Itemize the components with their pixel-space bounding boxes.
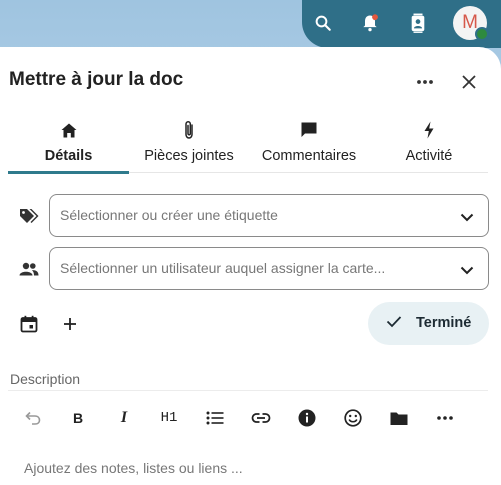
description-label: Description bbox=[10, 371, 81, 387]
top-app-bar: M bbox=[302, 0, 501, 48]
mark-done-button[interactable]: Terminé bbox=[368, 302, 489, 345]
more-horizontal-icon bbox=[437, 416, 453, 420]
emoji-icon bbox=[344, 409, 362, 427]
search-icon[interactable] bbox=[310, 10, 336, 36]
comment-icon bbox=[300, 119, 318, 141]
plus-icon bbox=[64, 318, 76, 330]
bold-button[interactable]: B bbox=[65, 405, 91, 431]
link-icon bbox=[251, 413, 271, 423]
list-icon bbox=[206, 411, 224, 425]
description-editor[interactable]: Ajoutez des notes, listes ou liens ... bbox=[24, 460, 243, 476]
undo-icon bbox=[25, 411, 41, 425]
card-title[interactable]: Mettre à jour la doc bbox=[9, 69, 183, 91]
italic-button[interactable]: I bbox=[111, 405, 137, 431]
tab-label: Commentaires bbox=[261, 148, 357, 164]
paperclip-icon bbox=[183, 119, 195, 141]
tags-select[interactable]: Sélectionner ou créer une étiquette bbox=[49, 194, 489, 237]
contacts-icon[interactable] bbox=[405, 10, 431, 36]
chevron-down-icon bbox=[460, 262, 474, 280]
undo-button[interactable] bbox=[20, 405, 46, 431]
avatar[interactable]: M bbox=[453, 6, 489, 41]
more-tools-button[interactable] bbox=[432, 405, 458, 431]
add-button[interactable] bbox=[58, 312, 82, 336]
more-horizontal-icon bbox=[417, 80, 433, 84]
tags-placeholder: Sélectionner ou créer une étiquette bbox=[60, 207, 278, 223]
link-button[interactable] bbox=[248, 405, 274, 431]
bell-icon[interactable] bbox=[357, 10, 383, 36]
assign-user-select[interactable]: Sélectionner un utilisateur auquel assig… bbox=[49, 247, 489, 290]
tab-bar: Détails Pièces jointes Commentaires Acti… bbox=[8, 117, 489, 174]
due-date-button[interactable] bbox=[17, 312, 41, 336]
home-icon bbox=[61, 119, 77, 141]
check-icon bbox=[386, 315, 402, 333]
assign-placeholder: Sélectionner un utilisateur auquel assig… bbox=[60, 260, 386, 276]
bullet-list-button[interactable] bbox=[202, 405, 228, 431]
tab-attachments[interactable]: Pièces jointes bbox=[129, 117, 249, 173]
heading-label: H1 bbox=[160, 410, 178, 426]
close-button[interactable] bbox=[454, 67, 484, 97]
more-options-button[interactable] bbox=[410, 67, 440, 97]
users-icon bbox=[18, 258, 40, 280]
folder-icon bbox=[390, 412, 408, 425]
info-button[interactable] bbox=[294, 405, 320, 431]
tab-label: Détails bbox=[44, 148, 93, 164]
info-icon bbox=[298, 409, 316, 427]
chevron-down-icon bbox=[460, 209, 474, 227]
tab-comments[interactable]: Commentaires bbox=[249, 117, 369, 173]
tab-details[interactable]: Détails bbox=[8, 117, 129, 174]
divider bbox=[8, 390, 488, 391]
online-status-dot bbox=[475, 27, 489, 41]
bolt-icon bbox=[423, 119, 435, 141]
editor-toolbar: B I H1 bbox=[14, 405, 474, 431]
tab-label: Pièces jointes bbox=[144, 148, 234, 164]
tags-icon bbox=[18, 205, 40, 227]
folder-button[interactable] bbox=[386, 405, 412, 431]
italic-label: I bbox=[120, 409, 128, 426]
close-icon bbox=[462, 75, 476, 89]
tab-activity[interactable]: Activité bbox=[369, 117, 489, 173]
card-details-panel: Mettre à jour la doc Détails Pièces join… bbox=[0, 47, 501, 485]
heading-button[interactable]: H1 bbox=[156, 405, 182, 431]
emoji-button[interactable] bbox=[340, 405, 366, 431]
tab-label: Activité bbox=[405, 148, 453, 164]
calendar-icon bbox=[20, 315, 38, 333]
done-label: Terminé bbox=[416, 315, 472, 331]
bold-label: B bbox=[72, 410, 84, 426]
